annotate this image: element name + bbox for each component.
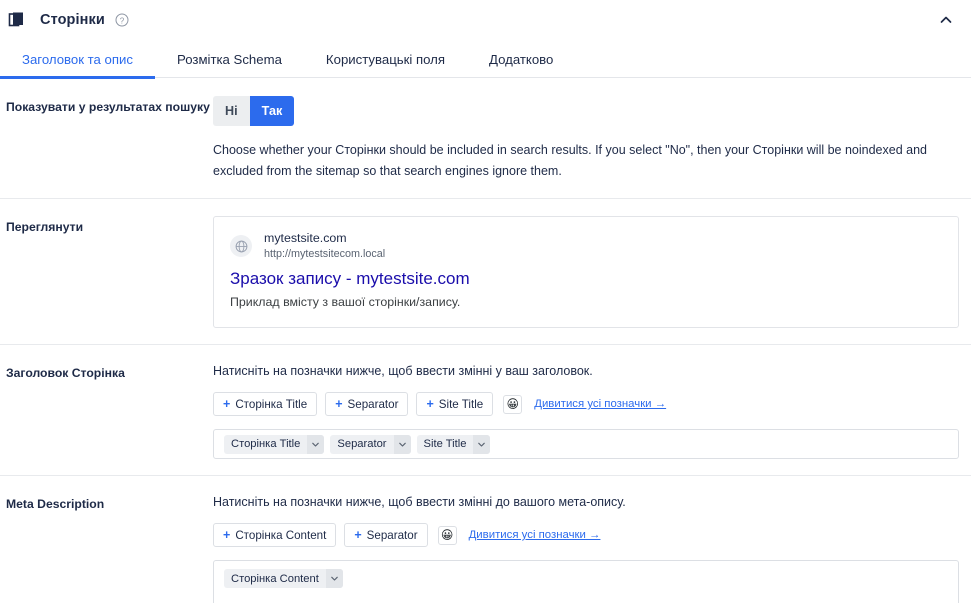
snippet-domain: mytestsite.com: [264, 231, 347, 245]
tab-label: Заголовок та опис: [22, 52, 133, 67]
tag-button-label: Site Title: [438, 397, 484, 411]
toggle-option-no[interactable]: Ні: [213, 96, 250, 126]
search-results-help-text: Choose whether your Сторінки should be i…: [213, 143, 927, 178]
add-tag-separator-button[interactable]: + Separator: [325, 392, 409, 416]
tab-bar: Заголовок та опис Розмітка Schema Корист…: [0, 40, 971, 79]
chip-separator[interactable]: Separator: [330, 434, 411, 454]
snippet-site-row: mytestsite.com http://mytestsitecom.loca…: [230, 231, 942, 261]
plus-icon: +: [223, 397, 231, 411]
tag-button-label: Сторінка Title: [235, 397, 308, 411]
view-all-tags-link[interactable]: Дивитися усі позначки →: [534, 398, 666, 410]
snippet-title[interactable]: Зразок запису - mytestsite.com: [230, 268, 942, 290]
tab-custom-fields[interactable]: Користувацькі поля: [304, 52, 467, 78]
chip-label: Сторінка Title: [231, 438, 301, 450]
show-in-search-toggle[interactable]: Ні Так: [213, 96, 295, 126]
add-tag-page-title-button[interactable]: + Сторінка Title: [213, 392, 318, 416]
chevron-up-icon: [940, 16, 952, 23]
add-tag-separator-button[interactable]: + Separator: [344, 523, 428, 547]
plus-icon: +: [354, 528, 362, 542]
search-snippet-preview: mytestsite.com http://mytestsitecom.loca…: [213, 216, 959, 328]
tab-label: Користувацькі поля: [325, 52, 446, 67]
tag-button-label: Separator: [347, 397, 399, 411]
chip-page-title[interactable]: Сторінка Title: [224, 434, 325, 454]
row-label: Показувати у результатах пошуку: [6, 100, 210, 114]
page-title: Сторінки: [40, 12, 105, 28]
tag-button-label: Сторінка Content: [235, 528, 327, 542]
row-label: Переглянути: [6, 220, 84, 234]
tab-advanced[interactable]: Додатково: [467, 52, 575, 78]
chip-label: Separator: [337, 438, 387, 450]
row-label: Заголовок Сторінка: [6, 366, 125, 380]
chevron-down-icon[interactable]: [473, 434, 491, 454]
chevron-down-icon[interactable]: [307, 434, 325, 454]
toggle-option-yes[interactable]: Так: [249, 96, 295, 126]
tab-schema-markup[interactable]: Розмітка Schema: [155, 52, 304, 78]
row-title-field: Заголовок Сторінка Натисніть на позначки…: [0, 344, 971, 475]
plus-icon: +: [223, 528, 231, 542]
tab-title-description[interactable]: Заголовок та опис: [0, 52, 155, 79]
row-label: Meta Description: [6, 497, 105, 511]
chevron-down-icon[interactable]: [393, 434, 411, 454]
panel-header: Сторінки ?: [0, 0, 971, 40]
title-tag-button-row: + Сторінка Title + Separator + Site Titl…: [213, 392, 957, 416]
chip-page-content[interactable]: Сторінка Content: [224, 569, 343, 588]
meta-description-hint: Натисніть на позначки нижче, щоб ввести …: [213, 495, 626, 509]
chip-site-title[interactable]: Site Title: [416, 434, 491, 454]
globe-icon: [230, 235, 252, 257]
row-meta-description: Meta Description Натисніть на позначки н…: [0, 475, 971, 603]
chevron-down-icon[interactable]: [325, 569, 343, 588]
add-tag-page-content-button[interactable]: + Сторінка Content: [213, 523, 337, 547]
tag-button-label: Separator: [366, 528, 418, 542]
chip-label: Сторінка Content: [231, 572, 319, 585]
emoji-picker-button[interactable]: 😀: [503, 394, 523, 414]
collapse-panel-button[interactable]: [935, 9, 957, 31]
snippet-description: Приклад вмісту з вашої сторінки/запису.: [230, 295, 461, 309]
emoji-picker-button[interactable]: 😀: [437, 525, 457, 545]
pages-stack-icon: [6, 9, 28, 31]
meta-description-input[interactable]: Сторінка Content: [213, 560, 959, 603]
meta-tag-button-row: + Сторінка Content + Separator 😀 Дивитис…: [213, 523, 957, 547]
title-field-hint: Натисніть на позначки нижче, щоб ввести …: [213, 364, 593, 378]
svg-text:?: ?: [120, 16, 125, 25]
snippet-url: http://mytestsitecom.local: [264, 248, 386, 260]
tab-label: Розмітка Schema: [177, 52, 282, 67]
row-preview: Переглянути mytestsite.com http://mytest…: [0, 198, 971, 344]
add-tag-site-title-button[interactable]: + Site Title: [416, 392, 494, 416]
help-circle-icon[interactable]: ?: [115, 13, 129, 27]
plus-icon: +: [426, 397, 434, 411]
plus-icon: +: [335, 397, 343, 411]
chip-label: Site Title: [423, 438, 467, 450]
view-all-tags-link[interactable]: Дивитися усі позначки →: [469, 529, 601, 541]
row-show-in-search-results: Показувати у результатах пошуку Ні Так C…: [0, 78, 971, 198]
title-input[interactable]: Сторінка Title Separator Site Title: [213, 429, 959, 459]
tab-label: Додатково: [489, 52, 554, 67]
